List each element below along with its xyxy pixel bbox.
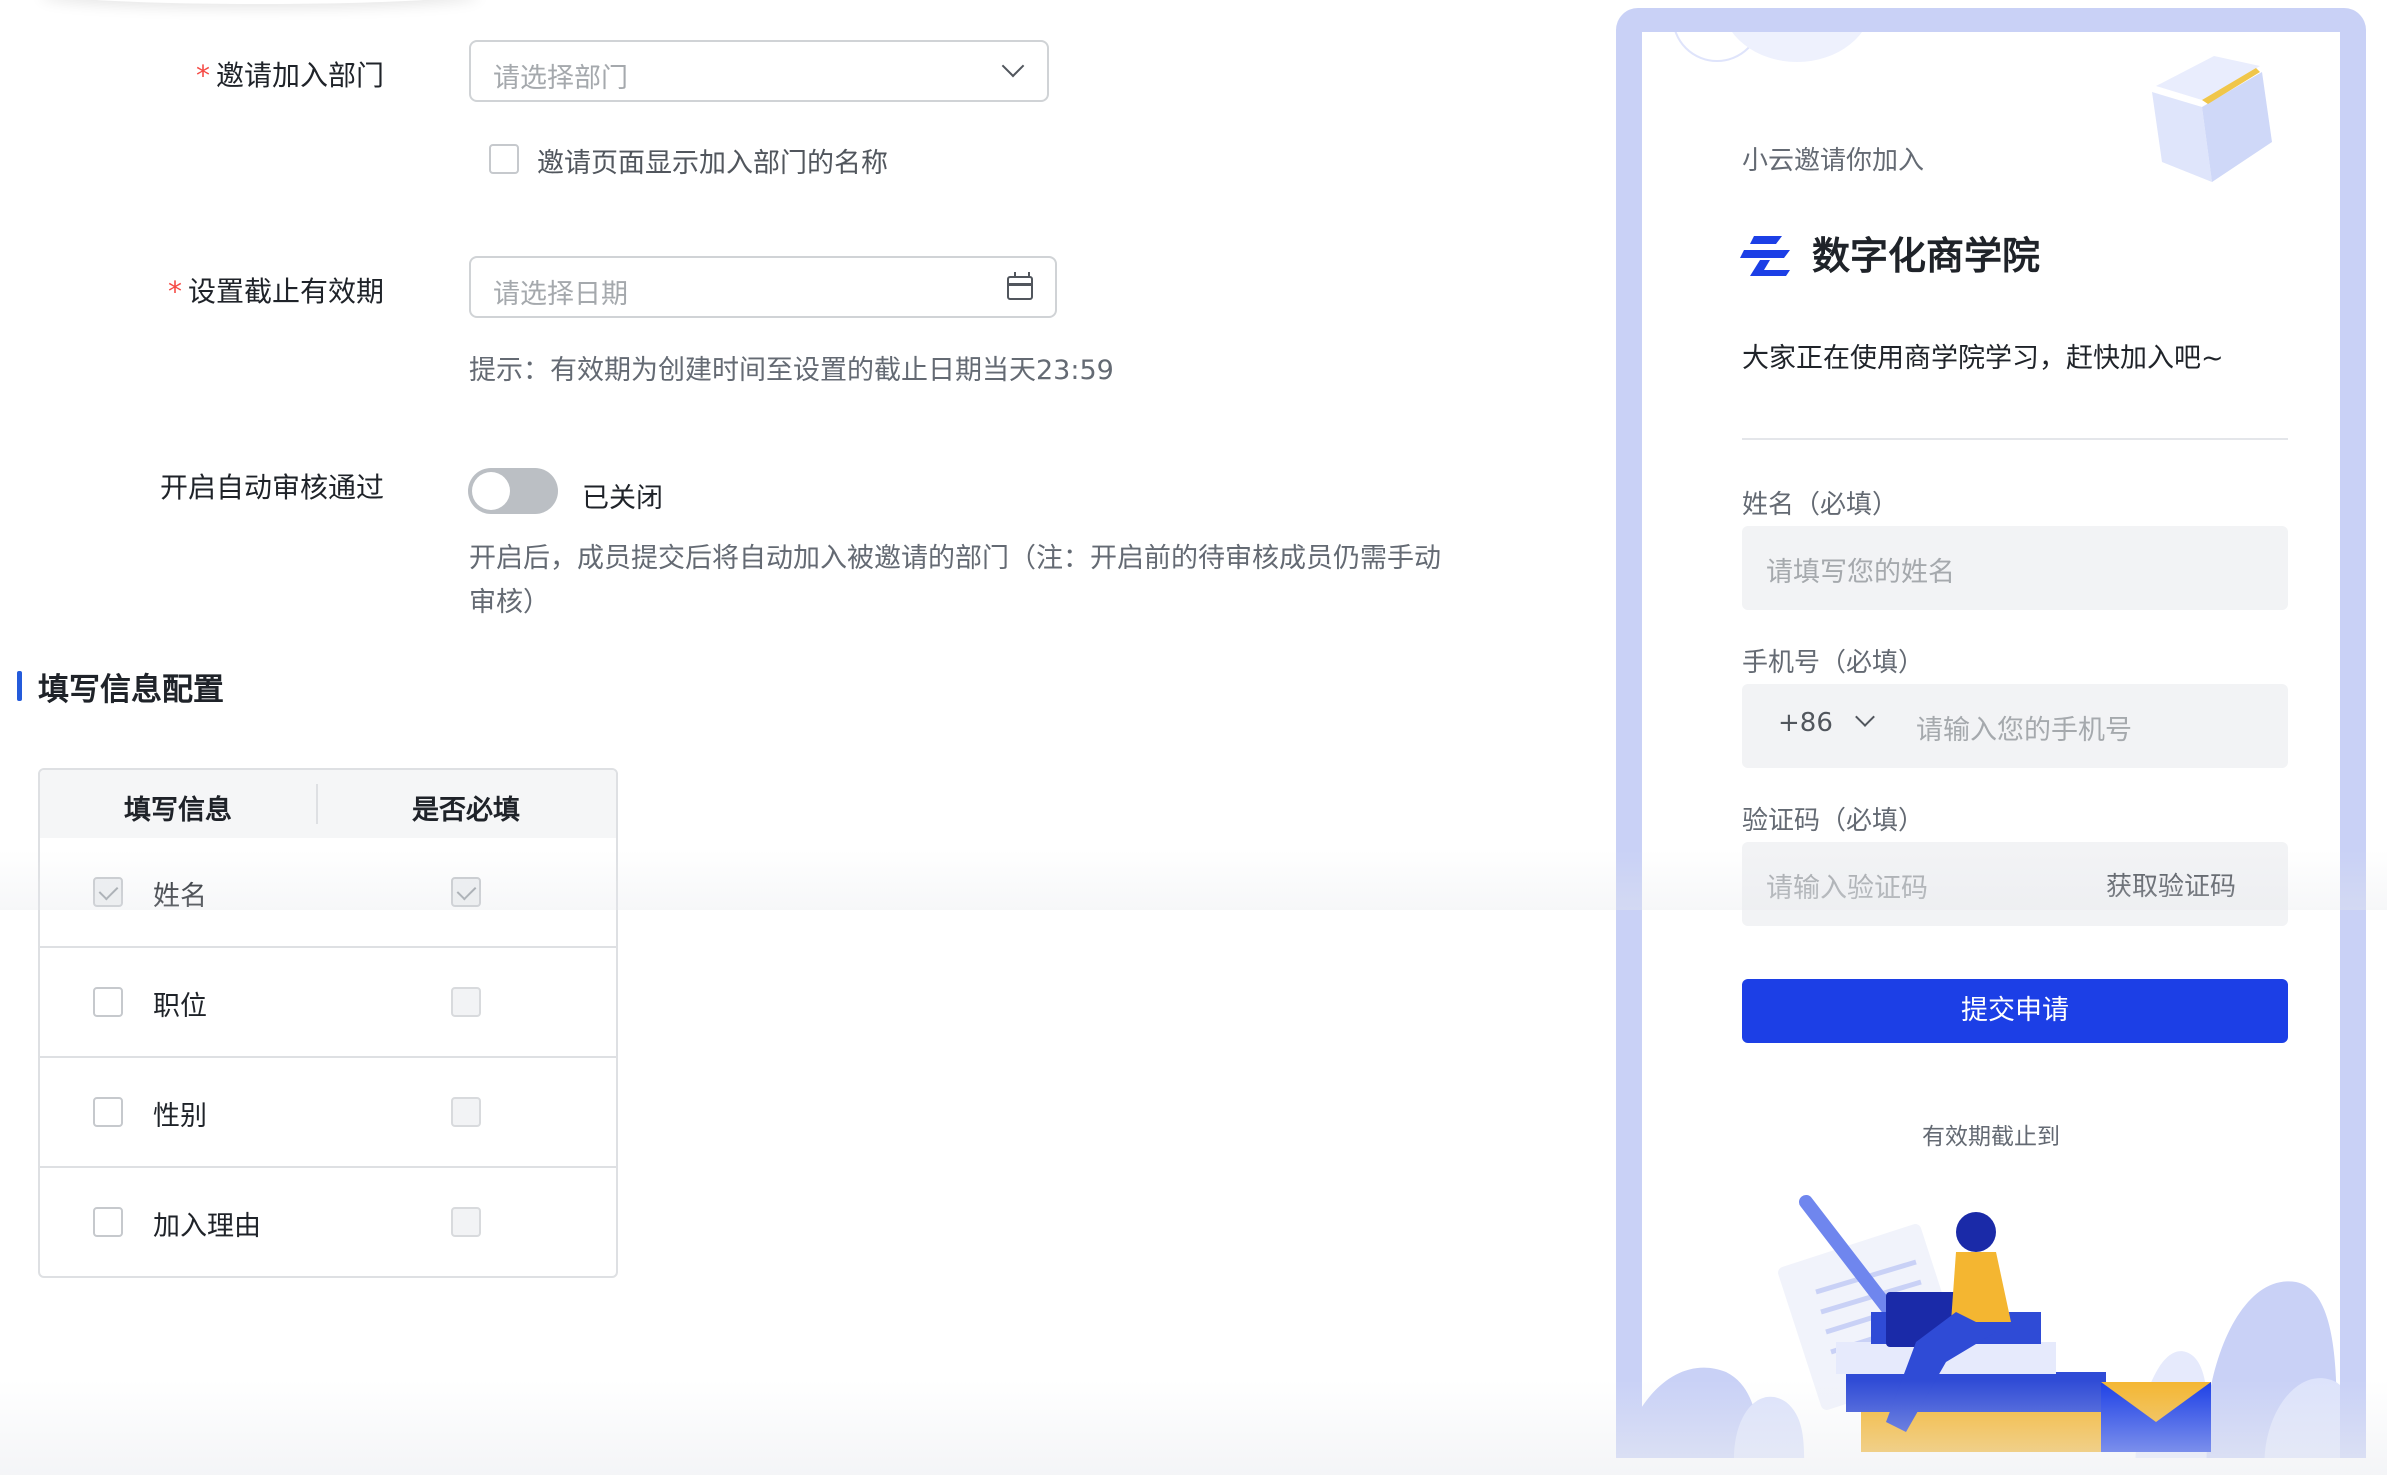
row-divider xyxy=(40,1056,616,1058)
table-header: 填写信息 是否必填 xyxy=(40,770,616,838)
valid-until-text: 有效期截止到 xyxy=(1922,1124,2060,1150)
auto-approve-state: 已关闭 xyxy=(582,483,663,514)
required-mark: * xyxy=(167,275,182,308)
row-name: 加入理由 xyxy=(153,1211,261,1242)
row-select-checkbox[interactable] xyxy=(93,1207,123,1237)
calendar-icon xyxy=(1007,272,1033,300)
name-field-label: 姓名（必填） xyxy=(1742,490,1899,520)
info-config-table: 填写信息 是否必填 姓名 职位 性别 加入理由 xyxy=(38,768,618,1278)
code-placeholder[interactable]: 请输入验证码 xyxy=(1766,866,1928,905)
expiry-date-picker[interactable]: 请选择日期 xyxy=(469,256,1057,318)
get-code-button[interactable]: 获取验证码 xyxy=(2106,866,2236,903)
show-department-name-checkbox[interactable] xyxy=(489,144,519,174)
book-icon xyxy=(2152,56,2272,182)
invite-text: 小云邀请你加入 xyxy=(1742,146,1925,176)
invite-preview-screen: 小云邀请你加入 数字化商学院 大家正在使用商学院学习，赶快加入吧~ 姓名（必填）… xyxy=(1642,32,2340,1458)
submit-button[interactable]: 提交申请 xyxy=(1742,979,2288,1043)
row-select-checkbox xyxy=(93,877,123,907)
row-required-checkbox xyxy=(451,1097,481,1127)
row-name: 职位 xyxy=(153,991,207,1022)
section-accent-bar xyxy=(17,671,22,701)
column-divider xyxy=(316,784,318,824)
code-field-label: 验证码（必填） xyxy=(1742,806,1925,836)
department-placeholder: 请选择部门 xyxy=(493,63,628,94)
toggle-knob xyxy=(472,472,510,510)
expiry-label: * 设置截止有效期 xyxy=(167,275,384,308)
required-mark: * xyxy=(195,59,210,92)
invite-description: 大家正在使用商学院学习，赶快加入吧~ xyxy=(1742,343,2224,374)
phone-placeholder[interactable]: 请输入您的手机号 xyxy=(1916,708,2132,747)
show-department-name-label: 邀请页面显示加入部门的名称 xyxy=(537,148,888,179)
department-select[interactable]: 请选择部门 xyxy=(469,40,1049,102)
row-name: 性别 xyxy=(153,1101,207,1132)
country-code-select[interactable]: +86 xyxy=(1778,708,1833,738)
auto-approve-hint-line2: 审核） xyxy=(469,587,550,618)
column-header-required: 是否必填 xyxy=(412,795,520,826)
expiry-hint: 提示：有效期为创建时间至设置的截止日期当天23:59 xyxy=(469,355,1114,386)
column-header-info: 填写信息 xyxy=(124,795,232,826)
row-select-checkbox[interactable] xyxy=(93,1097,123,1127)
row-required-checkbox xyxy=(451,1207,481,1237)
auto-approve-toggle[interactable] xyxy=(468,468,558,514)
row-name: 姓名 xyxy=(153,881,207,912)
top-card-shadow xyxy=(40,0,480,4)
divider xyxy=(1742,438,2288,440)
auto-approve-hint-line1: 开启后，成员提交后将自动加入被邀请的部门（注：开启前的待审核成员仍需手动 xyxy=(469,543,1441,574)
org-logo-icon xyxy=(1740,236,1790,276)
name-placeholder: 请填写您的姓名 xyxy=(1766,557,1955,588)
chevron-down-icon xyxy=(1001,54,1025,78)
row-required-checkbox xyxy=(451,987,481,1017)
row-divider xyxy=(40,946,616,948)
row-select-checkbox[interactable] xyxy=(93,987,123,1017)
chevron-down-icon xyxy=(1855,707,1875,727)
code-input-group: 请输入验证码 获取验证码 xyxy=(1742,842,2288,926)
name-input[interactable]: 请填写您的姓名 xyxy=(1742,526,2288,610)
phone-input-group: +86 请输入您的手机号 xyxy=(1742,684,2288,768)
org-name: 数字化商学院 xyxy=(1812,234,2041,278)
row-divider xyxy=(40,1166,616,1168)
auto-approve-label: 开启自动审核通过 xyxy=(159,471,384,504)
department-label: * 邀请加入部门 xyxy=(195,59,384,92)
reading-person-illustration xyxy=(1642,1195,2340,1458)
phone-field-label: 手机号（必填） xyxy=(1742,648,1925,678)
row-required-checkbox xyxy=(451,877,481,907)
invite-preview-frame: 小云邀请你加入 数字化商学院 大家正在使用商学院学习，赶快加入吧~ 姓名（必填）… xyxy=(1616,8,2366,1458)
section-title: 填写信息配置 xyxy=(38,672,224,708)
expiry-placeholder: 请选择日期 xyxy=(493,279,628,310)
